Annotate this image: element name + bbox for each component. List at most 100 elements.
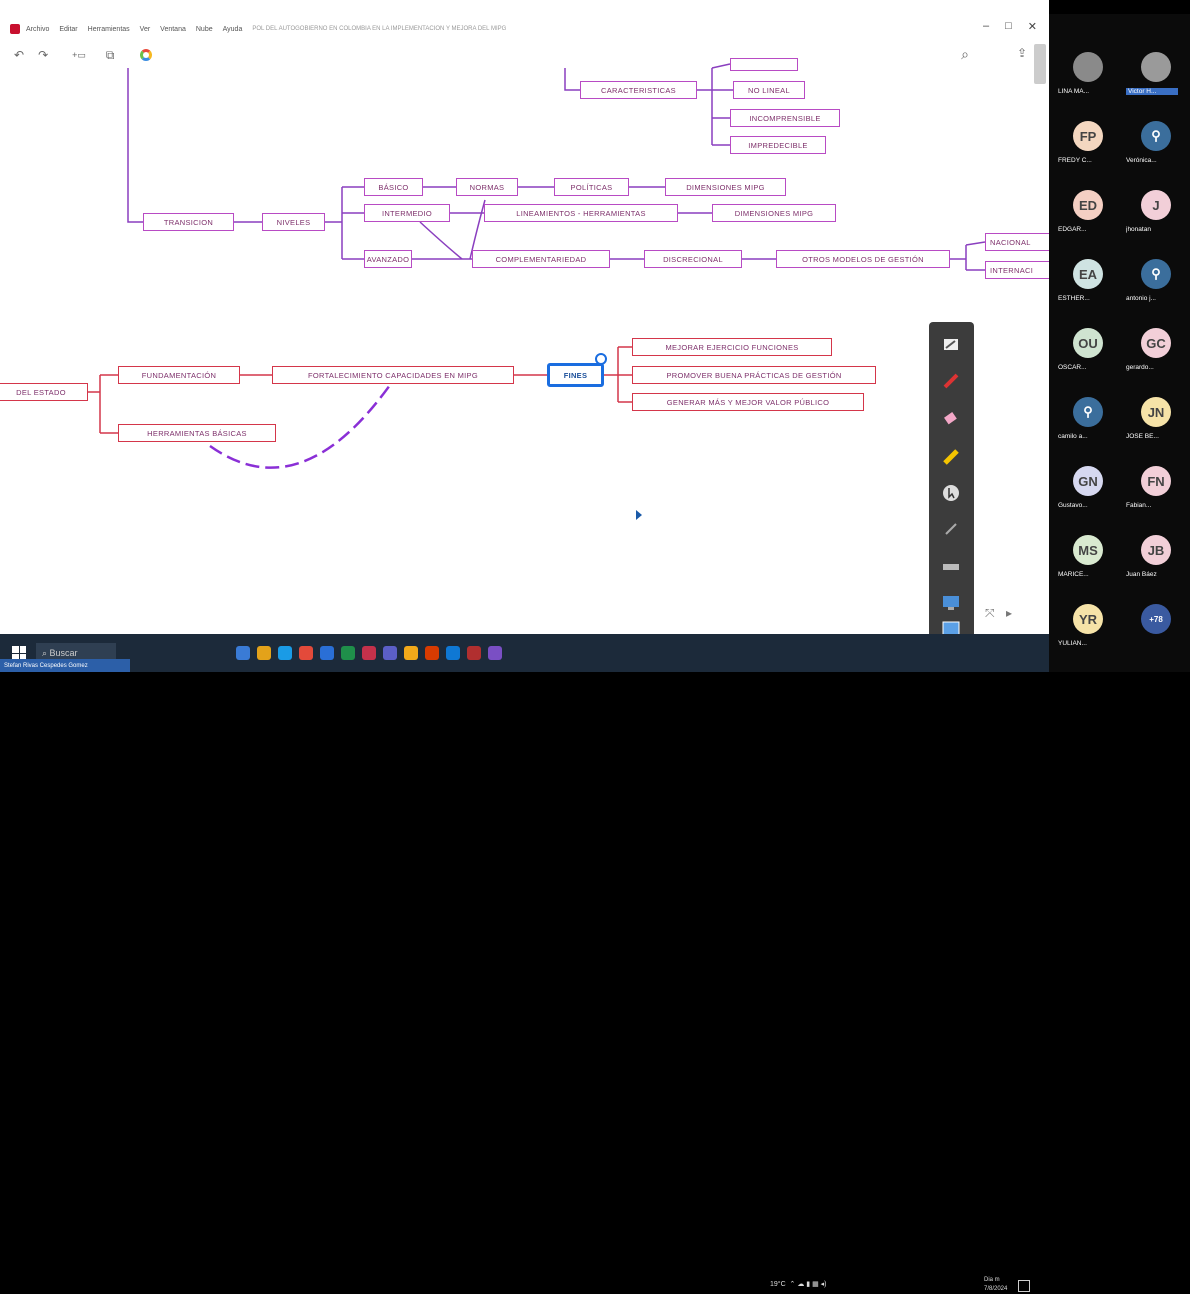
node-impredecible[interactable]: IMPREDECIBLE — [730, 136, 826, 154]
node-niveles[interactable]: NIVELES — [262, 213, 325, 231]
participant-avatar: +78 — [1141, 604, 1171, 634]
node-discrecional[interactable]: DISCRECIONAL — [644, 250, 742, 268]
node-basico[interactable]: BÁSICO — [364, 178, 423, 196]
folder-icon[interactable] — [404, 646, 418, 660]
task-view-icon[interactable] — [236, 646, 250, 660]
participant-name: Fabian... — [1126, 502, 1152, 509]
windows-start-icon[interactable] — [12, 646, 26, 660]
xmind-icon[interactable] — [467, 646, 481, 660]
participant-avatar: GC — [1141, 328, 1171, 358]
node-avanzado[interactable]: AVANZADO — [364, 250, 412, 268]
node-dimensiones-mipg-1[interactable]: DIMENSIONES MIPG — [665, 178, 786, 196]
participant-name: ESTHER... — [1058, 295, 1090, 302]
node-caracteristicas[interactable]: CARACTERISTICAS — [580, 81, 697, 99]
notifications-icon[interactable] — [1018, 1280, 1030, 1292]
taskbar-app-icons — [236, 646, 502, 660]
participant-tile[interactable]: GC gerardo... — [1123, 310, 1189, 372]
board-icon[interactable] — [937, 334, 965, 356]
node-dimensiones-mipg-2[interactable]: DIMENSIONES MIPG — [712, 204, 836, 222]
participant-tile[interactable]: LINA MA... — [1055, 34, 1121, 96]
expand-arrow-icon[interactable]: ▸ — [1006, 606, 1012, 620]
participant-tile[interactable]: GN Gustavo... — [1055, 448, 1121, 510]
fit-view-icon[interactable]: ⤧ — [985, 606, 995, 620]
mindmap-connectors — [88, 63, 986, 469]
taskbar-search-label: Buscar — [49, 648, 78, 658]
line-icon[interactable] — [937, 518, 965, 540]
excel-icon[interactable] — [341, 646, 355, 660]
participant-tile[interactable]: ED EDGAR... — [1055, 172, 1121, 234]
participant-tile[interactable]: FP FREDY C... — [1055, 103, 1121, 165]
screen-icon[interactable] — [937, 592, 965, 614]
participant-tile[interactable]: JN JOSE BE... — [1123, 379, 1189, 441]
node-politicas[interactable]: POLÍTICAS — [554, 178, 629, 196]
chrome-icon[interactable] — [299, 646, 313, 660]
participant-name: Juan Báez — [1126, 571, 1157, 578]
participant-tile[interactable]: ⚲ antonio j... — [1123, 241, 1189, 303]
node-generar-valor-publico[interactable]: GENERAR MÁS Y MEJOR VALOR PÚBLICO — [632, 393, 864, 411]
node-incomprensible[interactable]: INCOMPRENSIBLE — [730, 109, 840, 127]
participant-name: LINA MA... — [1058, 88, 1090, 95]
eraser-icon[interactable] — [937, 408, 965, 430]
node-intermedio[interactable]: INTERMEDIO — [364, 204, 450, 222]
participant-tile[interactable]: ⚲ camilo a... — [1055, 379, 1121, 441]
participant-tile[interactable]: +78 — [1123, 586, 1189, 648]
pointer-icon[interactable] — [937, 482, 965, 504]
participant-tile[interactable]: Victor H... — [1123, 34, 1189, 96]
outlook-icon[interactable] — [446, 646, 460, 660]
participant-avatar: ⚲ — [1073, 397, 1103, 427]
node-otros-modelos-gestion[interactable]: OTROS MODELOS DE GESTIÓN — [776, 250, 950, 268]
teams-icon[interactable] — [383, 646, 397, 660]
participant-tile[interactable]: OU OSCAR... — [1055, 310, 1121, 372]
node-normas[interactable]: NORMAS — [456, 178, 518, 196]
participant-tile[interactable]: ⚲ Verónica... — [1123, 103, 1189, 165]
node-fines[interactable]: FINES — [547, 363, 604, 387]
participant-tile[interactable]: FN Fabian... — [1123, 448, 1189, 510]
participant-name: camilo a... — [1058, 433, 1088, 440]
node-nacional[interactable]: NACIONAL — [985, 233, 1049, 251]
participant-name: MARICE... — [1058, 571, 1089, 578]
office-icon[interactable] — [425, 646, 439, 660]
taskbar-clock[interactable]: Dia m 7/8/2024 — [984, 1276, 1007, 1294]
presenter-caption: Stefan Rivas Cespedes Gomez — [0, 659, 130, 672]
annotation-toolbar — [929, 322, 974, 644]
file-explorer-icon[interactable] — [257, 646, 271, 660]
powerpoint-icon[interactable] — [362, 646, 376, 660]
participant-name: Verónica... — [1126, 157, 1157, 164]
windows-taskbar: ⌕ Buscar 19°C ⌃ ☁ ▮ ▦ ◂) Dia m 7/8/2024 — [0, 634, 1049, 1292]
node-fortalecimiento-capacidades[interactable]: FORTALECIMIENTO CAPACIDADES EN MIPG — [272, 366, 514, 384]
participant-tile[interactable]: YR YULIAN... — [1055, 586, 1121, 648]
participant-tile[interactable]: JB Juan Báez — [1123, 517, 1189, 579]
node-del-estado[interactable]: DEL ESTADO — [0, 383, 88, 401]
participant-avatar: JN — [1141, 397, 1171, 427]
word-icon[interactable] — [320, 646, 334, 660]
node-lineamientos-herramientas[interactable]: LINEAMIENTOS - HERRAMIENTAS — [484, 204, 678, 222]
participant-name: gerardo... — [1126, 364, 1154, 371]
participant-avatar: MS — [1073, 535, 1103, 565]
node-promover-buenas-practicas[interactable]: PROMOVER BUENA PRÁCTICAS DE GESTIÓN — [632, 366, 876, 384]
participant-name: YULIAN... — [1058, 640, 1087, 647]
onenote-icon[interactable] — [488, 646, 502, 660]
system-tray[interactable]: 19°C ⌃ ☁ ▮ ▦ ◂) — [770, 1280, 827, 1288]
node-mejorar-ejercicio[interactable]: MEJORAR EJERCICIO FUNCIONES — [632, 338, 832, 356]
highlighter-icon[interactable] — [937, 446, 965, 468]
participant-tile[interactable]: MS MARICE... — [1055, 517, 1121, 579]
participant-tile[interactable]: EA ESTHER... — [1055, 241, 1121, 303]
edge-icon[interactable] — [278, 646, 292, 660]
node-top-cut[interactable] — [730, 58, 798, 71]
participant-name: Gustavo... — [1058, 502, 1088, 509]
node-fundamentacion[interactable]: FUNDAMENTACIÓN — [118, 366, 240, 384]
node-no-lineal[interactable]: NO LINEAL — [733, 81, 805, 99]
node-transicion[interactable]: TRANSICION — [143, 213, 234, 231]
node-complementariedad[interactable]: COMPLEMENTARIEDAD — [472, 250, 610, 268]
node-herramientas-basicas[interactable]: HERRAMIENTAS BÁSICAS — [118, 424, 276, 442]
participant-tile[interactable]: Jjhonatan — [1123, 172, 1189, 234]
node-internacional[interactable]: INTERNACI — [985, 261, 1049, 279]
ruler-icon[interactable] — [937, 556, 965, 578]
pen-icon[interactable] — [937, 370, 965, 392]
mouse-cursor-icon — [636, 510, 642, 520]
weather-temperature: 19°C — [770, 1281, 786, 1288]
mindmap-app-window: Archivo Editar Herramientas Ver Ventana … — [0, 0, 1049, 634]
participant-photo — [1073, 52, 1103, 82]
add-subtopic-handle[interactable] — [595, 353, 607, 365]
participant-avatar: ED — [1073, 190, 1103, 220]
